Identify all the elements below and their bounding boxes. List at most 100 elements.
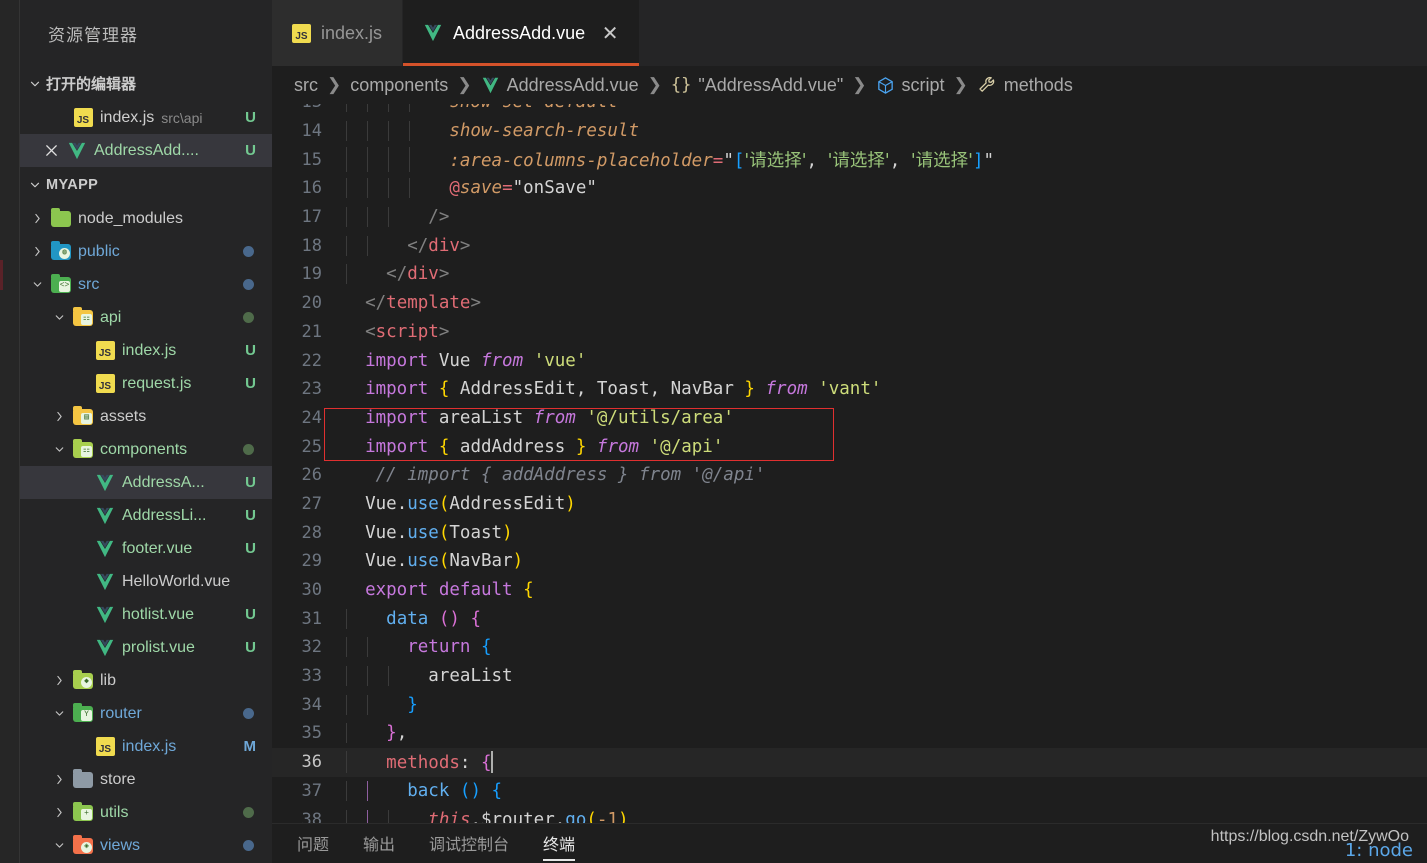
indent-guide	[387, 666, 389, 687]
tree-item-label: assets	[100, 407, 147, 425]
open-editor-index-js[interactable]: JS index.js src\api U	[20, 101, 272, 134]
chevron-down-icon	[24, 73, 46, 95]
indent-guide	[346, 608, 347, 629]
js-file-icon: JS	[92, 737, 118, 756]
tree-item-node-modules[interactable]: node_modules	[20, 202, 272, 235]
code-token: (	[438, 551, 450, 572]
tree-item-addressli-[interactable]: AddressLi... U	[20, 499, 272, 532]
code-token: (	[438, 522, 450, 543]
code-content: methods: {	[344, 751, 1427, 774]
code-token: addAddress	[449, 436, 576, 457]
panel-tab-debug-console[interactable]: 调试控制台	[429, 831, 509, 857]
vue-file-icon	[92, 540, 118, 558]
indent-guide	[346, 264, 347, 285]
git-status-dot	[243, 708, 254, 719]
tree-item-index-js[interactable]: JS index.js U	[20, 334, 272, 367]
line-number: 15	[301, 149, 322, 170]
tree-item-store[interactable]: store	[20, 763, 272, 796]
tree-item-addressa-[interactable]: AddressA... U	[20, 466, 272, 499]
line-number: 29	[301, 551, 322, 572]
breadcrumb-separator-icon: ❯	[327, 75, 342, 94]
section-open-editors[interactable]: 打开的编辑器	[20, 66, 272, 101]
indent-guide	[366, 235, 368, 256]
panel-tab-terminal[interactable]: 终端	[543, 831, 576, 861]
code-editor[interactable]: 13 show-set-default14 show-search-result…	[272, 104, 1427, 823]
git-badge: M	[243, 738, 257, 755]
line-number: 16	[301, 178, 322, 199]
git-badge: U	[245, 606, 256, 623]
indent-guide	[346, 207, 347, 228]
code-line: 17 />	[272, 203, 1427, 232]
code-line: 38 this.$router.go(-1)	[272, 805, 1427, 823]
code-line: 31 data () {	[272, 604, 1427, 633]
terminal-selector[interactable]: 1: node	[1345, 840, 1413, 861]
chevron-right-icon	[26, 245, 48, 258]
tree-item-public[interactable]: ◍ public	[20, 235, 272, 268]
chevron-down-icon	[24, 174, 46, 196]
breadcrumb-item-components[interactable]: components	[350, 75, 448, 96]
code-token: from	[480, 350, 524, 371]
tree-item-prolist-vue[interactable]: prolist.vue U	[20, 631, 272, 664]
indent-guide	[366, 637, 368, 658]
code-token: (	[438, 493, 450, 514]
indent-guide	[408, 147, 410, 173]
breadcrumb-item-module[interactable]: {} "AddressAdd.vue"	[671, 75, 843, 96]
code-token: {	[470, 608, 482, 629]
code-content: Vue.use(Toast)	[344, 523, 1427, 543]
indent-guide	[387, 121, 389, 142]
tree-item-helloworld-vue[interactable]: HelloWorld.vue	[20, 565, 272, 598]
line-number: 23	[301, 379, 322, 400]
panel-tab-problems[interactable]: 问题	[297, 831, 329, 857]
tree-item-api[interactable]: ⚏ api	[20, 301, 272, 334]
open-editor-addressadd-vue[interactable]: AddressAdd.... U	[20, 134, 272, 167]
line-number: 30	[301, 580, 322, 601]
breadcrumb-item-script[interactable]: script	[876, 75, 945, 96]
indent-guide	[387, 809, 389, 823]
folder-api-icon: ⚏	[70, 306, 96, 326]
code-token: {	[491, 780, 503, 801]
breadcrumb-item-src[interactable]: src	[294, 75, 318, 96]
tree-item-lib[interactable]: ◆ lib	[20, 664, 272, 697]
explorer-sidebar: 资源管理器 打开的编辑器 JS index.js src\api U Addre…	[20, 0, 272, 863]
tree-item-src[interactable]: <> src	[20, 268, 272, 301]
editor-tab-bar: JS index.js AddressAdd.vue ✕	[272, 0, 1427, 66]
line-number: 26	[301, 465, 322, 486]
code-token: @	[449, 178, 460, 199]
breadcrumb-item-methods[interactable]: methods	[977, 75, 1073, 96]
tree-item-hotlist-vue[interactable]: hotlist.vue U	[20, 598, 272, 631]
tab-addressadd-vue[interactable]: AddressAdd.vue ✕	[403, 0, 641, 66]
tree-item-router[interactable]: Yrouter	[20, 697, 272, 730]
tab-index-js[interactable]: JS index.js	[272, 0, 404, 66]
tree-item-assets[interactable]: ▤ assets	[20, 400, 272, 433]
panel-tab-output[interactable]: 输出	[363, 831, 395, 857]
code-content: </div>	[344, 264, 1427, 285]
tree-item-index-js[interactable]: JS index.js M	[20, 730, 272, 763]
close-icon[interactable]: ✕	[601, 21, 619, 46]
git-badge: U	[245, 342, 256, 359]
tree-item-footer-vue[interactable]: footer.vue U	[20, 532, 272, 565]
breadcrumb-item-file[interactable]: AddressAdd.vue	[481, 75, 639, 96]
tree-item-label: utils	[100, 803, 129, 821]
explorer-title: 资源管理器	[48, 25, 138, 45]
code-content: import Vue from 'vue'	[344, 351, 1427, 371]
folder-src-icon: <>	[48, 273, 74, 293]
tree-item-utils[interactable]: + utils	[20, 796, 272, 829]
section-myapp[interactable]: MYAPP	[20, 167, 272, 202]
activity-bar-marker	[0, 260, 3, 290]
tree-item-views[interactable]: ◈ views	[20, 829, 272, 862]
code-token: Vue	[365, 493, 397, 514]
code-content: import { addAddress } from '@/api'	[344, 437, 1427, 457]
indent-guide	[346, 121, 347, 142]
close-icon[interactable]	[38, 143, 64, 158]
js-file-icon: JS	[292, 23, 311, 43]
code-token: }	[744, 379, 755, 400]
line-number: 21	[301, 321, 322, 342]
line-number: 22	[301, 350, 322, 371]
tree-item-components[interactable]: ⚏ components	[20, 433, 272, 466]
code-content: </template>	[344, 293, 1427, 313]
tree-item-request-js[interactable]: JS request.js U	[20, 367, 272, 400]
code-line: 16 @save="onSave"	[272, 174, 1427, 203]
